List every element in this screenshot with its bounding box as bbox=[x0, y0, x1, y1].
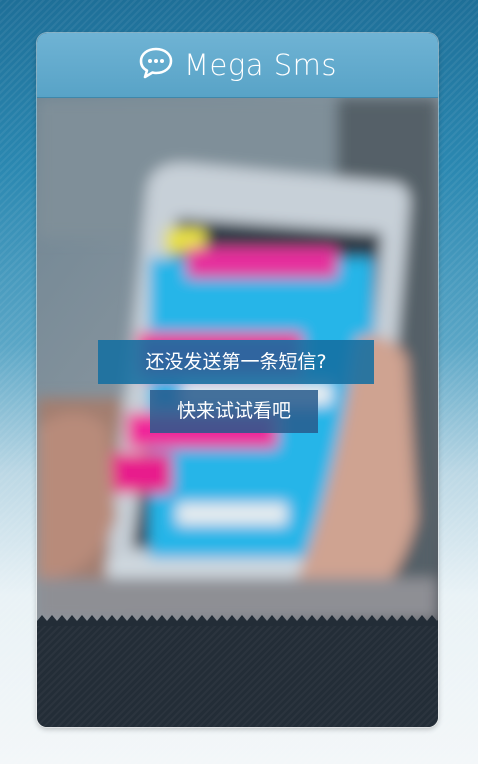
app-title: Mega Sms bbox=[183, 48, 338, 82]
app-card: Mega Sms 还没发送第一条短信? 快来试试看吧 bbox=[37, 33, 438, 727]
chat-bubble-icon bbox=[138, 46, 184, 84]
try-it-button[interactable]: 快来试试看吧 bbox=[150, 390, 318, 433]
app-header: Mega Sms bbox=[37, 33, 438, 98]
background-photo: 还没发送第一条短信? 快来试试看吧 bbox=[37, 98, 438, 621]
footer-panel bbox=[37, 626, 438, 727]
empty-state-message: 还没发送第一条短信? bbox=[98, 340, 374, 384]
